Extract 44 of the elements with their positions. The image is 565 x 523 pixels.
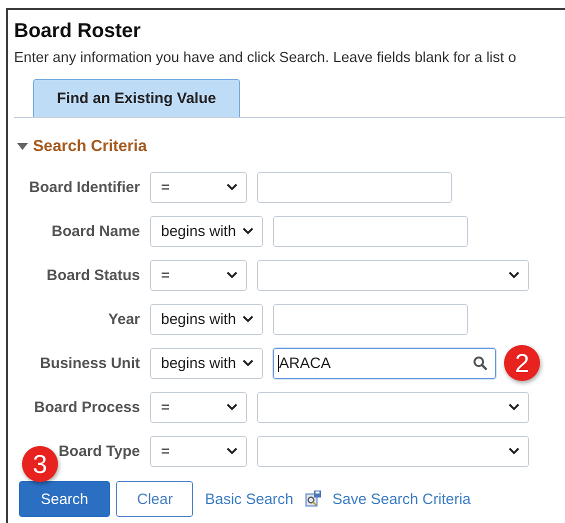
chevron-down-icon [242, 227, 254, 235]
field-label: Board Type [58, 442, 140, 460]
input-field[interactable] [257, 172, 452, 202]
chevron-down-icon [242, 359, 254, 367]
save-search-icon[interactable] [305, 490, 322, 508]
chevron-down-icon [226, 271, 238, 279]
operator-dropdown[interactable]: begins with [150, 304, 264, 334]
tab[interactable]: Find an Existing Value [33, 79, 240, 117]
chevron-down-icon [508, 271, 520, 279]
field-label: Board Process [34, 398, 140, 416]
value-dropdown[interactable] [257, 392, 529, 422]
chevron-down-icon [226, 183, 238, 191]
field-label: Board Identifier [29, 178, 140, 196]
step-badge: 3 [22, 446, 58, 482]
section-heading[interactable]: Search Criteria [33, 138, 147, 156]
chevron-down-icon [226, 447, 238, 455]
operator-dropdown[interactable]: = [150, 436, 247, 466]
operator-dropdown[interactable]: begins with [150, 216, 264, 246]
collapse-triangle-icon[interactable] [17, 143, 28, 151]
page-title: Board Roster [14, 19, 142, 43]
instructions-text: Enter any information you have and click Search. Leave fields blank for a list o [14, 49, 518, 67]
operator-dropdown[interactable]: = [150, 392, 247, 422]
chevron-down-icon [226, 403, 238, 411]
operator-dropdown[interactable]: = [150, 260, 247, 290]
clear-button[interactable]: Clear [116, 481, 193, 517]
step-badge: 2 [504, 345, 540, 381]
input-field[interactable] [273, 216, 468, 246]
chevron-down-icon [508, 403, 520, 411]
field-label: Board Status [46, 266, 140, 284]
chevron-down-icon [242, 315, 254, 323]
operator-dropdown[interactable]: begins with [150, 348, 264, 378]
value-dropdown[interactable] [257, 436, 529, 466]
basic-search-link[interactable]: Basic Search [205, 490, 294, 508]
value-dropdown[interactable] [257, 260, 529, 290]
field-label: Board Name [52, 222, 140, 240]
field-label: Business Unit [40, 354, 140, 372]
operator-dropdown[interactable]: = [150, 172, 247, 202]
search-button[interactable]: Search [19, 481, 110, 517]
lookup-field[interactable]: ARACA [273, 348, 496, 378]
save-search-criteria-link[interactable]: Save Search Criteria [332, 490, 471, 508]
search-icon[interactable] [473, 356, 488, 370]
field-label: Year [108, 310, 140, 328]
input-field[interactable] [273, 304, 468, 334]
chevron-down-icon [508, 447, 520, 455]
